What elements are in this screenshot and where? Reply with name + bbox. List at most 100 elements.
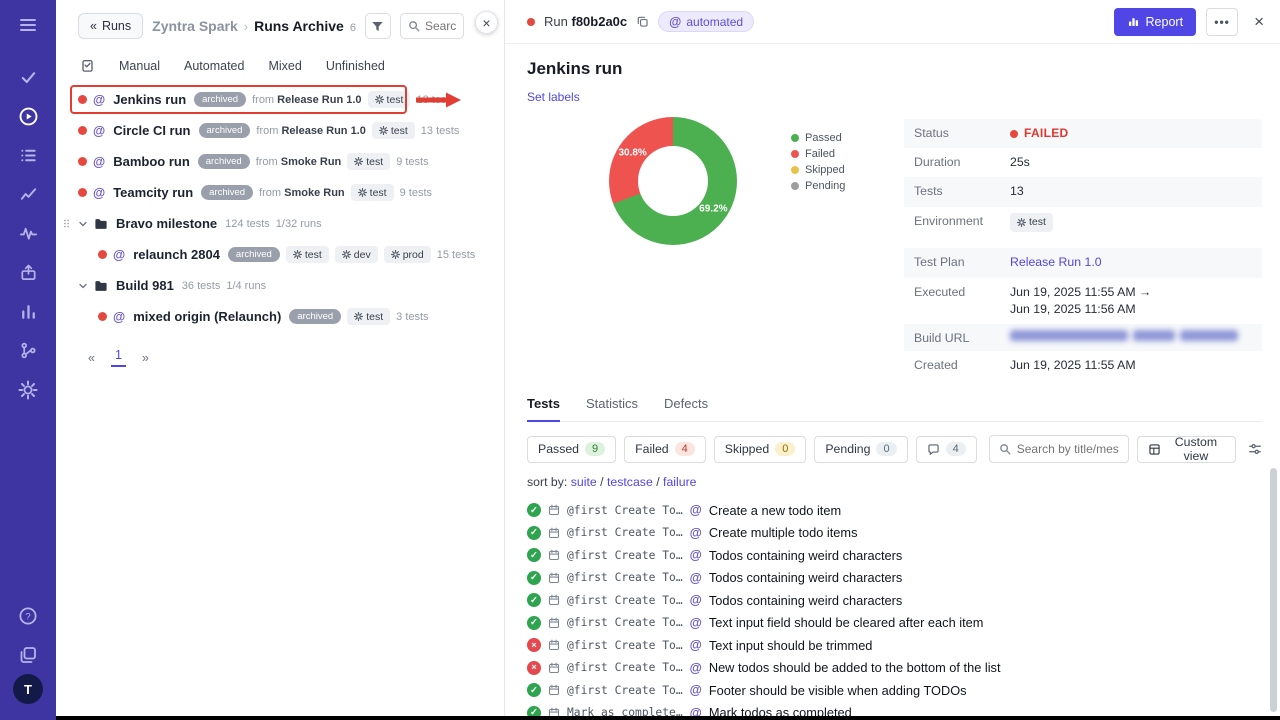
- test-plan-link[interactable]: Release Run 1.0: [1010, 255, 1102, 269]
- env-badge: test: [1010, 213, 1053, 233]
- calendar-icon: [548, 617, 560, 629]
- legend-dot: [791, 182, 799, 190]
- test-suite-prefix: @first Create To…: [567, 549, 683, 562]
- automated-icon: @: [690, 548, 702, 562]
- play-icon[interactable]: [0, 97, 56, 136]
- activity-icon[interactable]: [0, 214, 56, 253]
- sidebar-tab-unfinished[interactable]: Unfinished: [326, 59, 385, 73]
- gear-icon: [354, 157, 363, 166]
- calendar-icon: [548, 549, 560, 561]
- scrollbar-thumb[interactable]: [1270, 468, 1277, 712]
- filter-chip-failed[interactable]: Failed4: [624, 436, 706, 463]
- run-row[interactable]: @Circle CI runarchivedfrom Release Run 1…: [56, 115, 504, 146]
- drag-handle-icon[interactable]: [61, 218, 72, 229]
- run-row[interactable]: @Jenkins runarchivedfrom Release Run 1.0…: [56, 84, 504, 115]
- test-row[interactable]: ✓@first Create To…@Todos containing weir…: [527, 589, 1262, 612]
- test-list-icon[interactable]: [0, 136, 56, 175]
- test-row[interactable]: ✓@first Create To…@Text input field shou…: [527, 612, 1262, 635]
- test-search-input[interactable]: [1017, 442, 1119, 456]
- tab-statistics[interactable]: Statistics: [586, 396, 638, 421]
- test-row[interactable]: ✓@first Create To…@Todos containing weir…: [527, 567, 1262, 590]
- test-suite-prefix: @first Create To…: [567, 504, 683, 517]
- export-icon[interactable]: [0, 253, 56, 292]
- filters-right: Custom view: [1137, 436, 1262, 463]
- panel-close-button[interactable]: ×: [1254, 12, 1264, 32]
- test-row[interactable]: ✓@first Create To…@Todos containing weir…: [527, 544, 1262, 567]
- run-row[interactable]: @Teamcity runarchivedfrom Smoke Runtest9…: [56, 177, 504, 208]
- back-to-runs-button[interactable]: « Runs: [78, 13, 143, 39]
- run-row[interactable]: @mixed origin (Relaunch)archivedtest3 te…: [56, 301, 504, 332]
- run-row[interactable]: @relaunch 2804archivedtestdevprod15 test…: [56, 239, 504, 270]
- filter-button[interactable]: [365, 13, 391, 39]
- test-search[interactable]: [989, 435, 1129, 463]
- test-row[interactable]: ×@first Create To…@Text input should be …: [527, 634, 1262, 657]
- set-labels-link[interactable]: Set labels: [527, 90, 580, 104]
- automated-icon: @: [690, 616, 702, 630]
- tab-defects[interactable]: Defects: [664, 396, 708, 421]
- pagination-page-1[interactable]: 1: [111, 348, 126, 367]
- chart-legend: PassedFailedSkippedPending: [791, 132, 845, 380]
- run-overview: 69.2%30.8% PassedFailedSkippedPending St…: [527, 117, 1262, 380]
- breadcrumb-project[interactable]: Zyntra Spark: [152, 18, 238, 34]
- pagination-next[interactable]: »: [142, 351, 149, 365]
- info-label: Status: [914, 125, 1010, 140]
- chevron-down-icon[interactable]: [78, 219, 88, 229]
- filter-chip-pending[interactable]: Pending0: [814, 436, 907, 463]
- calendar-icon: [548, 594, 560, 606]
- settings-icon[interactable]: [0, 370, 56, 409]
- test-row[interactable]: ✓@first Create To…@Footer should be visi…: [527, 679, 1262, 702]
- test-row[interactable]: ×@first Create To…@New todos should be a…: [527, 657, 1262, 680]
- passed-check-icon: ✓: [527, 616, 541, 630]
- tab-tests[interactable]: Tests: [527, 396, 560, 422]
- automated-badge[interactable]: @ automated: [658, 11, 754, 32]
- gear-icon: [293, 250, 302, 259]
- folder-row[interactable]: Bravo milestone124 tests1/32 runs: [56, 208, 504, 239]
- sidebar-close-button[interactable]: ×: [475, 11, 498, 34]
- pagination-prev[interactable]: «: [88, 351, 95, 365]
- chart-icon[interactable]: [0, 292, 56, 331]
- sort-link-testcase[interactable]: testcase: [607, 475, 653, 489]
- projects-icon[interactable]: [0, 635, 56, 674]
- sidebar-search-input[interactable]: [425, 19, 456, 33]
- test-row[interactable]: ✓@first Create To…@Create multiple todo …: [527, 522, 1262, 545]
- test-row[interactable]: ✓@first Create To…@Create a new todo ite…: [527, 499, 1262, 522]
- comments-filter-chip[interactable]: 4: [916, 436, 977, 463]
- info-label: Tests: [914, 183, 1010, 198]
- calendar-icon: [548, 639, 560, 651]
- custom-view-button[interactable]: Custom view: [1137, 436, 1236, 463]
- menu-icon[interactable]: [0, 0, 56, 50]
- filter-chip-skipped[interactable]: Skipped0: [714, 436, 807, 463]
- clipboard-icon[interactable]: [80, 58, 95, 73]
- legend-label: Pending: [805, 180, 845, 192]
- sidebar-tab-manual[interactable]: Manual: [119, 59, 160, 73]
- automated-icon: @: [690, 571, 702, 585]
- run-title: mixed origin (Relaunch): [133, 309, 281, 324]
- automated-icon: @: [113, 310, 125, 324]
- sort-settings-icon[interactable]: [1248, 442, 1262, 456]
- legend-item: Failed: [791, 148, 845, 160]
- report-button[interactable]: Report: [1114, 8, 1197, 36]
- sort-link-failure[interactable]: failure: [663, 475, 697, 489]
- test-title: New todos should be added to the bottom …: [709, 660, 1001, 675]
- copy-icon[interactable]: [636, 15, 649, 28]
- sidebar-tab-automated[interactable]: Automated: [184, 59, 244, 73]
- run-row[interactable]: @Bamboo runarchivedfrom Smoke Runtest9 t…: [56, 146, 504, 177]
- test-title: Create a new todo item: [709, 503, 841, 518]
- trend-icon[interactable]: [0, 175, 56, 214]
- chevron-down-icon[interactable]: [78, 281, 88, 291]
- help-icon[interactable]: ?: [0, 596, 56, 635]
- sidebar-tab-mixed[interactable]: Mixed: [268, 59, 301, 73]
- branch-icon[interactable]: [0, 331, 56, 370]
- runs-check-icon[interactable]: [0, 58, 56, 97]
- more-button[interactable]: •••: [1206, 8, 1238, 36]
- sort-link-suite[interactable]: suite: [571, 475, 597, 489]
- info-value: 25s: [1010, 155, 1030, 169]
- passed-check-icon: ✓: [527, 526, 541, 540]
- sidebar-search[interactable]: [400, 13, 464, 39]
- avatar[interactable]: T: [13, 674, 43, 704]
- run-tests-count: 9 tests: [400, 187, 432, 199]
- folder-title: Build 981: [116, 278, 174, 293]
- automated-icon: @: [93, 124, 105, 138]
- folder-row[interactable]: Build 98136 tests1/4 runs: [56, 270, 504, 301]
- filter-chip-passed[interactable]: Passed9: [527, 436, 616, 463]
